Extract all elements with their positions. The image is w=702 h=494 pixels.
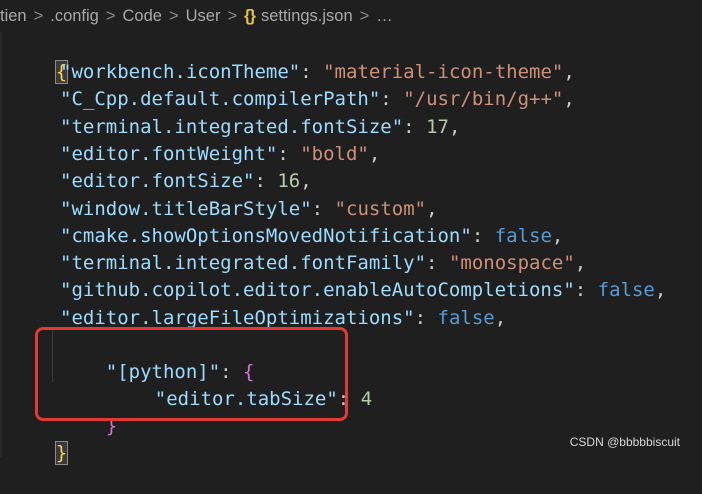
setting-value: "monospace": [448, 252, 575, 275]
comma: ,: [300, 170, 312, 193]
breadcrumb-item-code[interactable]: Code: [123, 7, 162, 26]
setting-key: "editor.fontWeight": [60, 142, 278, 165]
comma: ,: [654, 279, 667, 302]
setting-key: "C_Cpp.default.compilerPath": [60, 88, 381, 111]
colon: :: [311, 197, 335, 220]
colon: :: [426, 252, 449, 275]
breadcrumb-separator: >: [105, 6, 116, 25]
code-line: "C_Cpp.default.compilerPath": "/usr/bin/…: [60, 86, 575, 113]
code-line: "workbench.iconTheme": "material-icon-th…: [60, 59, 575, 86]
editor-gutter: [0, 32, 2, 457]
breadcrumb-separator: >: [227, 6, 238, 25]
setting-key: "window.titleBarStyle": [60, 197, 312, 220]
breadcrumb-item-settings-json[interactable]: settings.json: [261, 7, 353, 26]
breadcrumb-item-config[interactable]: .config: [50, 7, 99, 26]
setting-value: "material-icon-theme": [323, 61, 564, 83]
breadcrumb-item-user[interactable]: User: [186, 7, 221, 26]
tabsize-value: 4: [360, 388, 373, 410]
setting-key: "terminal.integrated.fontSize": [60, 115, 404, 138]
colon: :: [471, 224, 495, 247]
setting-key: "editor.fontSize": [60, 170, 255, 193]
comma: ,: [368, 142, 381, 165]
setting-key: "github.copilot.editor.enableAutoComplet…: [60, 279, 575, 302]
setting-value: 16: [277, 170, 301, 193]
code-line: "terminal.integrated.fontSize": 17,: [60, 114, 460, 141]
setting-value: "/usr/bin/g++": [403, 88, 564, 111]
code-line: "editor.fontWeight": "bold",: [60, 141, 380, 168]
comma: ,: [551, 224, 564, 247]
code-line: "terminal.integrated.fontFamily": "monos…: [60, 250, 586, 277]
setting-value: false: [437, 306, 495, 329]
setting-key: "editor.largeFileOptimizations": [60, 306, 415, 329]
setting-value: "bold": [300, 142, 369, 165]
breadcrumb: tien > .config > Code > User > {} settin…: [0, 0, 702, 32]
comma: ,: [494, 306, 507, 329]
json-file-icon: {}: [244, 6, 256, 25]
comma: ,: [563, 88, 575, 111]
highlight-box: [35, 327, 348, 421]
setting-value: false: [597, 279, 655, 302]
colon: :: [403, 115, 427, 138]
breadcrumb-item-tien[interactable]: tien: [0, 7, 27, 26]
breadcrumb-separator: >: [359, 6, 370, 25]
comma: ,: [448, 115, 461, 138]
code-line: "cmake.showOptionsMovedNotification": fa…: [60, 223, 563, 250]
setting-key: "terminal.integrated.fontFamily": [60, 252, 427, 275]
breadcrumb-item-more[interactable]: …: [376, 7, 393, 26]
colon: :: [414, 306, 438, 329]
setting-value: false: [494, 224, 552, 247]
comma: ,: [563, 61, 575, 83]
colon: :: [254, 170, 278, 193]
colon: :: [300, 61, 324, 83]
setting-key: "workbench.iconTheme": [60, 61, 301, 83]
comma: ,: [426, 197, 438, 220]
setting-key: "cmake.showOptionsMovedNotification": [60, 224, 472, 247]
colon: :: [277, 142, 301, 165]
close-brace: }: [54, 441, 69, 465]
colon: :: [574, 279, 598, 302]
colon: :: [380, 88, 404, 111]
code-line: {: [10, 32, 69, 84]
comma: ,: [574, 252, 587, 275]
breadcrumb-separator: >: [168, 6, 179, 25]
code-line: "window.titleBarStyle": "custom",: [60, 196, 438, 223]
setting-value: 17: [426, 115, 449, 138]
breadcrumb-separator: >: [33, 6, 44, 25]
setting-value: "custom": [334, 197, 427, 220]
code-line: "github.copilot.editor.enableAutoComplet…: [60, 277, 666, 304]
watermark: CSDN @bbbbbiscuit: [569, 435, 680, 449]
code-line: "editor.fontSize": 16,: [60, 168, 312, 195]
